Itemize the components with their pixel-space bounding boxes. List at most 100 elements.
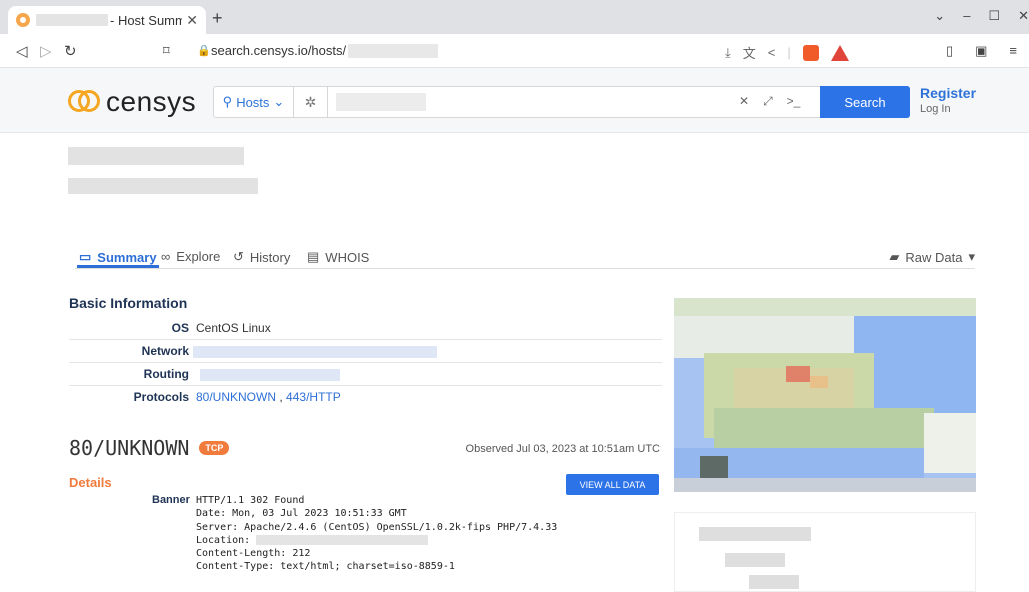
caret-down-icon: ▾ [968,249,975,264]
brave-rewards-icon[interactable] [830,44,849,61]
service-name[interactable]: 80/UNKNOWN [69,436,189,460]
browser-tab[interactable]: - Host Summ ✕ [8,6,206,34]
redacted-location-card [674,512,976,592]
reload-icon[interactable]: ↻ [64,42,77,60]
lock-icon[interactable]: 🔒 [197,44,211,57]
query-tools: ✕ ⤢ >_ [739,94,800,109]
banner-line-location: Location: [196,534,557,547]
tab-label: WHOIS [325,249,370,265]
expand-icon[interactable]: ⤢ [763,94,773,109]
tab-search-icon[interactable]: ⌄ [934,8,945,24]
banner-location-text: Location: [196,534,251,546]
network-row: Network [69,340,662,363]
routing-key: Routing [143,367,189,381]
window-controls: ⌄ – ☐ ✕ [934,8,1029,24]
register-link[interactable]: Register [920,85,976,101]
os-row: OS CentOS Linux [69,317,662,340]
site-header: censys ⚲ Hosts ⌄ ✲ ✕ ⤢ >_ Search Registe… [0,68,1029,133]
clear-icon[interactable]: ✕ [739,94,749,109]
history-icon: ↺ [233,249,244,264]
view-all-data-button[interactable]: VIEW ALL DATA [566,474,659,495]
share-icon[interactable]: < [768,45,776,60]
observed-timestamp: Observed Jul 03, 2023 at 10:51am UTC [465,443,660,455]
tab-label: History [249,249,291,265]
address-icons: ⤓ 文 < | [725,43,849,62]
redacted-location [256,534,429,545]
basic-information-title: Basic Information [69,295,188,311]
raw-data-label: Raw Data [905,249,963,265]
protocol-separator: , [279,390,283,404]
address-bar: ◁ ▷ ↻ ⌑ 🔒 search.censys.io/hosts/ ⤓ 文 < … [0,34,1029,68]
search-icon: ⚲ [222,94,233,109]
os-key: OS [171,321,189,335]
raw-data-dropdown[interactable]: ▰ Raw Data ▾ [889,249,975,265]
tab-summary[interactable]: ▭ Summary [77,249,159,268]
new-tab-button[interactable]: + [212,8,223,29]
search-button[interactable]: Search [820,86,910,118]
maximize-icon[interactable]: ☐ [988,8,1000,24]
binoculars-icon: ∞ [161,249,171,264]
protocol-link-443[interactable]: 443/HTTP [286,390,341,404]
forward-icon[interactable]: ▷ [40,42,52,60]
translate-icon[interactable]: 文 [743,43,756,62]
document-icon: ▤ [307,249,320,264]
location-map[interactable] [674,298,976,492]
tab-whois[interactable]: ▤ WHOIS [307,249,369,265]
close-window-icon[interactable]: ✕ [1018,8,1029,24]
transport-badge: TCP [199,441,230,455]
banner-line: Date: Mon, 03 Jul 2023 10:51:33 GMT [196,508,407,520]
routing-row: Routing [69,363,662,386]
toolbar-right: ▯ ▣ ≡ [946,43,1017,59]
back-icon[interactable]: ◁ [16,42,28,60]
browser-tabbar: - Host Summ ✕ + ⌄ – ☐ ✕ [0,0,1029,34]
redacted-url [348,43,439,58]
logo-text: censys [106,86,197,117]
censys-favicon-icon [16,13,30,27]
login-link[interactable]: Log In [920,103,976,115]
search-box: ⚲ Hosts ⌄ ✲ ✕ ⤢ >_ Search [213,86,910,118]
auth-links: Register Log In [920,85,976,115]
minimize-icon[interactable]: – [963,8,970,24]
close-tab-icon[interactable]: ✕ [186,12,198,29]
protocols-row: Protocols 80/UNKNOWN , 443/HTTP [69,386,662,409]
folder-icon: ▰ [889,249,900,264]
banner-text: HTTP/1.1 302 Found Date: Mon, 03 Jul 202… [196,494,557,574]
install-icon[interactable]: ⤓ [725,45,731,61]
banner-line: Content-Type: text/html; charset=iso-885… [196,561,455,573]
tab-label: Explore [176,249,221,264]
banner-line: Server: Apache/2.4.6 (CentOS) OpenSSL/1.… [196,521,558,533]
host-tabs: ▭ Summary ∞ Explore ↺ History ▤ WHOIS ▰ … [75,249,975,269]
scope-dropdown[interactable]: ⚲ Hosts ⌄ [214,87,294,117]
menu-icon[interactable]: ≡ [1009,43,1017,59]
details-title: Details [69,475,112,490]
wallet-icon[interactable]: ▣ [975,43,987,59]
monitor-icon: ▭ [79,249,92,264]
os-value: CentOS Linux [196,321,271,335]
tab-explore[interactable]: ∞ Explore [161,249,220,264]
banner-key: Banner [152,494,190,506]
sidebar-icon[interactable]: ▯ [946,43,953,59]
tab-title: - Host Summ [110,12,183,28]
url-text: search.censys.io/hosts/ [211,43,347,58]
scope-label: Hosts [236,94,270,110]
divider: | [787,45,791,60]
protocols-key: Protocols [133,390,189,404]
censys-logo[interactable]: censys [68,86,196,118]
bookmark-icon[interactable]: ⌑ [163,43,170,59]
protocol-link-80[interactable]: 80/UNKNOWN [196,390,276,404]
censys-logo-icon [68,88,102,116]
redacted-tab-text [36,14,108,26]
tab-history[interactable]: ↺ History [233,249,290,265]
chevron-down-icon: ⌄ [273,94,285,109]
protocols-values: 80/UNKNOWN , 443/HTTP [196,390,341,404]
banner-line: Content-Length: 212 [196,548,311,560]
banner-line: HTTP/1.1 302 Found [196,495,305,506]
settings-gear-icon[interactable]: ✲ [294,87,328,117]
service-title: 80/UNKNOWN TCP [69,436,230,460]
url-field[interactable]: search.censys.io/hosts/ [211,43,439,58]
search-input[interactable] [336,93,426,111]
redacted-network [193,346,437,358]
network-key: Network [141,344,189,358]
brave-shields-icon[interactable] [802,44,819,61]
terminal-icon[interactable]: >_ [787,94,801,109]
